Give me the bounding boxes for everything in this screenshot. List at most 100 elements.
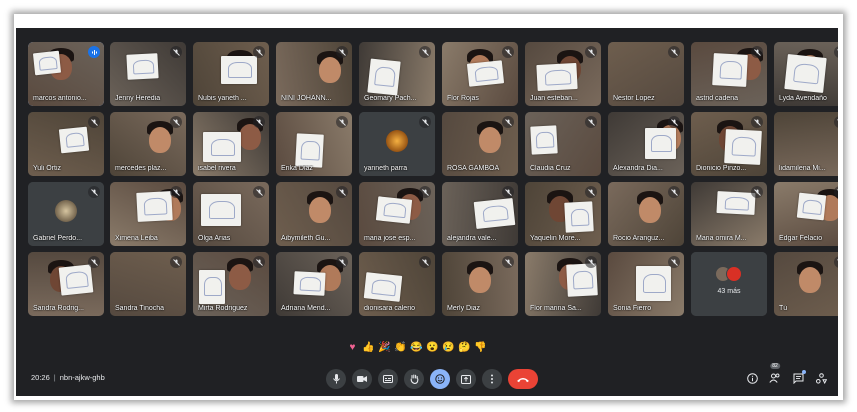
participant-tile[interactable]: Rocio Aranguz... [608, 182, 684, 246]
participant-name: Flor Rojas [447, 95, 479, 102]
people-button[interactable]: 82 [768, 363, 782, 385]
mic-off-icon [670, 258, 678, 266]
party-reaction-icon[interactable]: 🎉 [378, 341, 391, 354]
participant-tile[interactable]: Tú [774, 252, 838, 316]
bottom-toolbar: 20:26 | nbn-ajkw-ghb 82 [16, 362, 838, 396]
mic-off-icon [172, 48, 180, 56]
participant-name: Mirta Rodriguez [198, 305, 248, 312]
drawing-paper [536, 62, 578, 92]
participant-tile[interactable]: Maria omira M... [691, 182, 767, 246]
participant-tile[interactable]: dionisara calerio [359, 252, 435, 316]
info-icon [746, 372, 758, 384]
participant-tile[interactable]: Nestor Lopez [608, 42, 684, 106]
speaking-indicator [88, 46, 100, 58]
participant-tile[interactable]: Sonia Fierro [608, 252, 684, 316]
participant-tile[interactable]: astrid cadena [691, 42, 767, 106]
heart-reaction-icon[interactable]: ♥ [346, 341, 359, 354]
participant-face [639, 197, 661, 223]
participant-tile[interactable]: Flor Rojas [442, 42, 518, 106]
participant-tile[interactable]: Alexandra Dia... [608, 112, 684, 176]
participant-tile[interactable]: Gabriel Perdo... [28, 182, 104, 246]
mic-off-icon [670, 118, 678, 126]
participant-tile[interactable]: Dionicio Pinzo... [691, 112, 767, 176]
video-feed [691, 252, 767, 316]
participant-tile[interactable]: yanneth parra [359, 112, 435, 176]
chat-button[interactable] [791, 370, 806, 385]
mic-muted-indicator [170, 256, 182, 268]
participant-tile[interactable]: marcos antonio... [28, 42, 104, 106]
smiley-icon [435, 374, 445, 384]
mic-muted-indicator [668, 256, 680, 268]
participant-tile[interactable]: Yuli Ortiz [28, 112, 104, 176]
participant-tile[interactable]: mercedes plaz... [110, 112, 186, 176]
clap-reaction-icon[interactable]: 👏 [394, 341, 407, 354]
participant-name: Sandra Rodrig... [33, 305, 84, 312]
participant-tile[interactable]: alejandra vale... [442, 182, 518, 246]
mic-muted-indicator [253, 186, 265, 198]
drawing-paper [126, 53, 159, 80]
captions-button[interactable] [378, 369, 398, 389]
camera-button[interactable] [352, 369, 372, 389]
drawing-paper [796, 192, 827, 221]
thinking-reaction-icon[interactable]: 🤔 [458, 341, 471, 354]
microphone-button[interactable] [326, 369, 346, 389]
drawing-paper [564, 201, 594, 233]
participant-tile[interactable]: Nubis yaneth ... [193, 42, 269, 106]
drawing-paper [58, 264, 94, 296]
surprised-reaction-icon[interactable]: 😮 [426, 341, 439, 354]
mic-muted-indicator [336, 116, 348, 128]
mic-off-icon [587, 188, 595, 196]
mic-off-icon [338, 258, 346, 266]
participant-name: Yaquelin More... [530, 235, 581, 242]
participant-face [469, 267, 491, 293]
participant-tile[interactable]: 43 más [691, 252, 767, 316]
participant-name: Alexandra Dia... [613, 165, 663, 172]
participant-tile[interactable]: Juan esteban... [525, 42, 601, 106]
participant-tile[interactable]: Jenny Heredia [110, 42, 186, 106]
thumbs-up-reaction-icon[interactable]: 👍 [362, 341, 375, 354]
participant-tile[interactable]: NINI JOHANN... [276, 42, 352, 106]
leave-call-button[interactable] [508, 369, 538, 389]
participant-tile[interactable]: Flor marina Sa... [525, 252, 601, 316]
participant-tile[interactable]: Olga Arias [193, 182, 269, 246]
raise-hand-button[interactable] [404, 369, 424, 389]
participant-tile[interactable]: Adriana Mend... [276, 252, 352, 316]
mic-off-icon [421, 118, 429, 126]
emoji-reaction-button[interactable] [430, 369, 450, 389]
participant-tile[interactable]: Yaquelin More... [525, 182, 601, 246]
participant-tile[interactable]: Erika Diaz [276, 112, 352, 176]
participant-tile[interactable]: maria jose esp... [359, 182, 435, 246]
drawing-paper [636, 266, 671, 301]
participant-tile[interactable]: Lyda Avendaño [774, 42, 838, 106]
present-screen-button[interactable] [456, 369, 476, 389]
participant-tile[interactable]: Mirta Rodriguez [193, 252, 269, 316]
meeting-details-button[interactable] [745, 371, 759, 385]
mic-off-icon [753, 118, 761, 126]
meeting-info: 20:26 | nbn-ajkw-ghb [31, 373, 105, 382]
sad-reaction-icon[interactable]: 😢 [442, 341, 455, 354]
drawing-paper [473, 198, 516, 229]
participant-name: Merly Diaz [447, 305, 481, 312]
thumbs-down-reaction-icon[interactable]: 👎 [474, 341, 487, 354]
mic-muted-indicator [253, 46, 265, 58]
mic-muted-indicator [502, 186, 514, 198]
participant-name: Maria omira M... [696, 235, 747, 242]
activities-button[interactable] [814, 371, 828, 385]
participant-tile[interactable]: Aibymileth Gu... [276, 182, 352, 246]
participant-tile[interactable]: ROSA GAMBOA [442, 112, 518, 176]
drawing-paper [199, 270, 225, 304]
more-options-button[interactable] [482, 369, 502, 389]
participant-tile[interactable]: Merly Diaz [442, 252, 518, 316]
participant-tile[interactable]: Ximena Leiba [110, 182, 186, 246]
participant-face [319, 57, 341, 83]
laugh-reaction-icon[interactable]: 😂 [410, 341, 423, 354]
mic-off-icon [504, 118, 512, 126]
participant-tile[interactable]: Sandra Tinocha [110, 252, 186, 316]
participant-tile[interactable]: Sandra Rodrig... [28, 252, 104, 316]
participant-tile[interactable]: lidamilena Mi... [774, 112, 838, 176]
participant-tile[interactable]: Claudia Cruz [525, 112, 601, 176]
participant-tile[interactable]: Edgar Felacio [774, 182, 838, 246]
more-participants-count: 43 más [717, 288, 741, 295]
participant-tile[interactable]: Geomary Pach... [359, 42, 435, 106]
participant-tile[interactable]: isabel rivera [193, 112, 269, 176]
